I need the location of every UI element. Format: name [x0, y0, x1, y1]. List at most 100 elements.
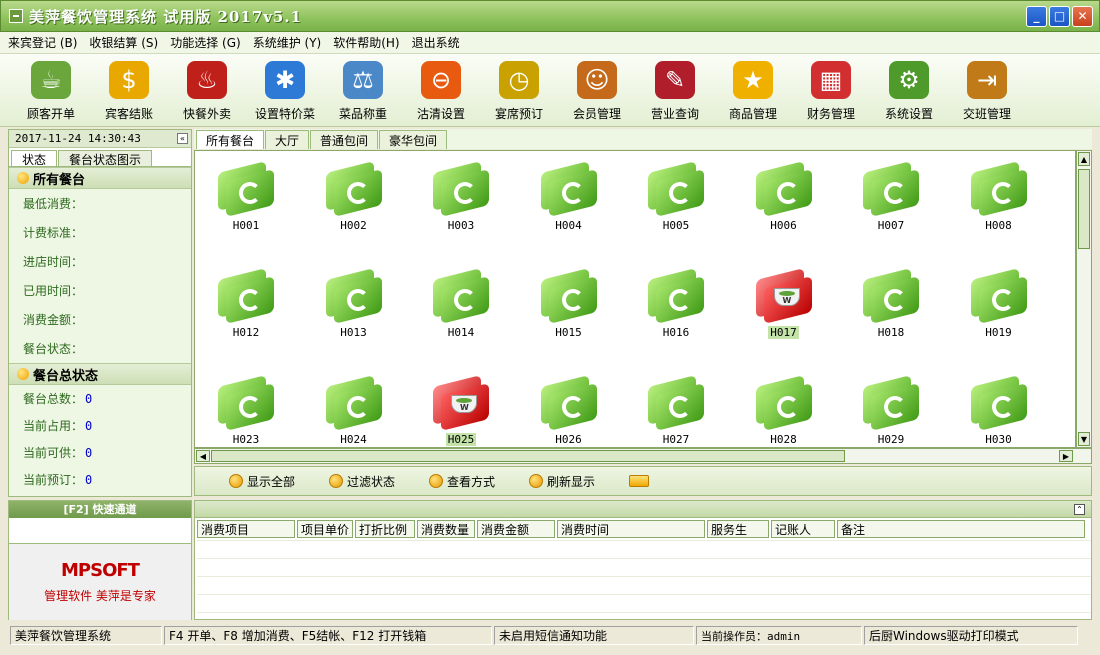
menu-exit[interactable]: 退出系统: [412, 34, 460, 51]
quick-channel-input[interactable]: [9, 518, 191, 544]
column-header[interactable]: 消费项目: [197, 520, 295, 538]
dining-table-H029[interactable]: H029: [846, 367, 936, 447]
menu-help[interactable]: 软件帮助(H): [333, 34, 399, 51]
dining-table-H006[interactable]: H006: [739, 153, 829, 253]
field-spend-amount: 消费金额：: [23, 313, 84, 327]
table-id-label: H006: [770, 219, 797, 232]
dining-table-H025[interactable]: H025: [416, 367, 506, 447]
app-menu-icon[interactable]: [9, 9, 23, 23]
collapse-left-icon[interactable]: «: [177, 133, 188, 144]
tab-deluxe-room[interactable]: 豪华包间: [379, 130, 448, 149]
scale-icon: ⚖: [343, 61, 383, 99]
toolbar-button-7[interactable]: ☺ 会员管理: [558, 54, 636, 127]
toolbar-button-10[interactable]: ▦ 财务管理: [792, 54, 870, 127]
free-table-icon: [325, 159, 382, 217]
dining-table-H008[interactable]: H008: [954, 153, 1044, 253]
menu-maintenance[interactable]: 系统维护 (Y): [253, 34, 322, 51]
free-table-icon: [863, 373, 919, 431]
dining-table-H024[interactable]: H024: [309, 367, 399, 447]
menu-checkin[interactable]: 来宾登记 (B): [8, 34, 77, 51]
table-body[interactable]: [197, 540, 1091, 620]
scroll-up-icon[interactable]: ▲: [1078, 152, 1090, 166]
dining-table-H003[interactable]: H003: [416, 153, 506, 253]
view-mode-button[interactable]: 查看方式: [429, 473, 495, 490]
scroll-thumb[interactable]: [1078, 169, 1090, 249]
toolbar-button-11[interactable]: ⚙ 系统设置: [870, 54, 948, 127]
scroll-thumb[interactable]: [211, 450, 845, 462]
column-header[interactable]: 记账人: [771, 520, 835, 538]
dining-table-H027[interactable]: H027: [631, 367, 721, 447]
calculator-icon: ▦: [811, 61, 851, 99]
dining-table-H013[interactable]: H013: [309, 260, 399, 360]
tab-status[interactable]: 状态: [11, 150, 58, 167]
dining-table-H026[interactable]: H026: [524, 367, 614, 447]
menu-functions[interactable]: 功能选择 (G): [170, 34, 240, 51]
menu-checkout[interactable]: 收银结算 (S): [89, 34, 158, 51]
toolbar-button-0[interactable]: ☕ 顾客开单: [12, 54, 90, 127]
dining-table-H030[interactable]: H030: [954, 367, 1044, 447]
takeout-icon: ♨: [187, 61, 227, 99]
folder-icon[interactable]: [629, 475, 650, 487]
column-header[interactable]: 备注: [837, 520, 1085, 538]
toolbar-button-5[interactable]: ⊖ 沽清设置: [402, 54, 480, 127]
toolbar-button-3[interactable]: ✱ 设置特价菜: [246, 54, 324, 127]
table-id-label: H007: [877, 219, 905, 232]
action-label: 显示全部: [247, 474, 296, 489]
grid-horizontal-scrollbar[interactable]: ◀ ▶: [194, 448, 1092, 464]
scroll-left-icon[interactable]: ◀: [196, 450, 210, 462]
toolbar-label: 宾客结账: [104, 107, 153, 121]
dining-table-H001[interactable]: H001: [201, 153, 291, 253]
show-all-button[interactable]: 显示全部: [229, 473, 295, 490]
toolbar-label: 会员管理: [572, 107, 621, 121]
expand-up-icon[interactable]: ⌃: [1074, 503, 1085, 515]
clock-icon: ◷: [499, 61, 539, 99]
dining-table-H023[interactable]: H023: [201, 367, 291, 447]
dining-table-H014[interactable]: H014: [416, 260, 506, 360]
toolbar-button-4[interactable]: ⚖ 菜品称重: [324, 54, 402, 127]
column-header[interactable]: 消费时间: [557, 520, 705, 538]
column-header[interactable]: 服务生: [707, 520, 769, 538]
close-button[interactable]: ✕: [1072, 5, 1093, 27]
toolbar-button-12[interactable]: ⇥ 交班管理: [948, 54, 1026, 127]
dining-table-H007[interactable]: H007: [846, 153, 936, 253]
tab-hall[interactable]: 大厅: [265, 130, 310, 149]
column-header[interactable]: 项目单价: [297, 520, 353, 538]
minimize-button[interactable]: _: [1026, 5, 1047, 27]
dining-table-H019[interactable]: H019: [954, 260, 1044, 360]
tab-status-legend[interactable]: 餐台状态图示: [58, 150, 153, 167]
dining-table-H018[interactable]: H018: [846, 260, 936, 360]
refresh-button[interactable]: 刷新显示: [529, 473, 595, 490]
toolbar-button-1[interactable]: $ 宾客结账: [90, 54, 168, 127]
dining-table-H012[interactable]: H012: [201, 260, 291, 360]
window-title: 美萍餐饮管理系统 试用版 2017v5.1: [29, 7, 303, 26]
toolbar-button-9[interactable]: ★ 商品管理: [714, 54, 792, 127]
column-header[interactable]: 消费数量: [417, 520, 475, 538]
dining-table-H017[interactable]: H017: [739, 260, 829, 360]
column-header[interactable]: 消费金额: [477, 520, 555, 538]
dining-table-H016[interactable]: H016: [631, 260, 721, 360]
table-id-label: H001: [232, 219, 260, 232]
scroll-down-icon[interactable]: ▼: [1078, 432, 1090, 446]
dining-table-H004[interactable]: H004: [524, 153, 614, 253]
toolbar-button-6[interactable]: ◷ 宴席预订: [480, 54, 558, 127]
column-header[interactable]: 打折比例: [355, 520, 415, 538]
table-id-label: H019: [985, 326, 1012, 339]
dining-table-H028[interactable]: H028: [739, 367, 829, 447]
tab-all-tables[interactable]: 所有餐台: [196, 130, 265, 149]
toolbar-button-8[interactable]: ✎ 营业查询: [636, 54, 714, 127]
grid-vertical-scrollbar[interactable]: ▲ ▼: [1076, 150, 1092, 448]
section-overall-status[interactable]: 餐台总状态: [9, 363, 191, 385]
section-all-tables[interactable]: 所有餐台: [9, 167, 191, 189]
status-app-name: 美萍餐饮管理系统: [10, 626, 162, 645]
field-billing-standard: 计费标准：: [23, 226, 84, 240]
maximize-button[interactable]: □: [1049, 5, 1070, 27]
tab-standard-room[interactable]: 普通包间: [310, 130, 379, 149]
title-bar[interactable]: 美萍餐饮管理系统 试用版 2017v5.1 _ □ ✕: [0, 0, 1100, 32]
table-id-label: H025: [445, 433, 477, 446]
toolbar-button-2[interactable]: ♨ 快餐外卖: [168, 54, 246, 127]
filter-status-button[interactable]: 过滤状态: [329, 473, 395, 490]
dining-table-H015[interactable]: H015: [524, 260, 614, 360]
dining-table-H002[interactable]: H002: [309, 153, 399, 253]
dining-table-H005[interactable]: H005: [631, 153, 721, 253]
scroll-right-icon[interactable]: ▶: [1059, 450, 1073, 462]
